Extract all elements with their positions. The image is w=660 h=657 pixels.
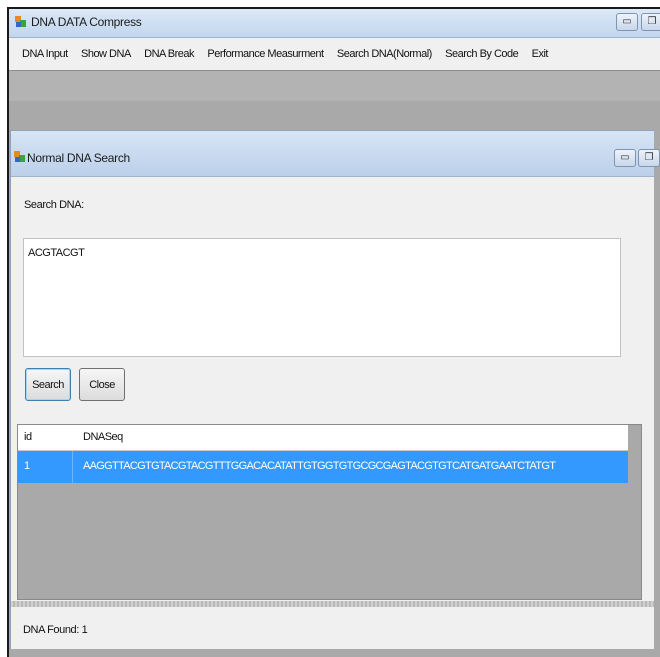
menu-item-exit[interactable]: Exit: [527, 39, 553, 69]
search-dna-input[interactable]: [23, 238, 621, 357]
mdi-strip: [9, 70, 660, 102]
status-separator: [11, 601, 654, 607]
search-button[interactable]: Search: [25, 368, 71, 401]
cell-dnaseq[interactable]: AAGGTTACGTGTACGTACGTTTGGACACATATTGTGGTGT…: [83, 460, 556, 472]
menu-item-performance-measurment[interactable]: Performance Measurment: [202, 39, 328, 69]
menu-item-search-by-code[interactable]: Search By Code: [440, 39, 523, 69]
column-header-dnaseq[interactable]: DNASeq: [83, 431, 123, 443]
close-button[interactable]: Close: [79, 368, 125, 401]
menu-item-show-dna[interactable]: Show DNA: [76, 39, 136, 69]
row-divider: [72, 451, 73, 483]
menu-bar: DNA Input Show DNA DNA Break Performance…: [9, 38, 660, 70]
child-app-icon: [14, 151, 25, 163]
child-restore-button[interactable]: ❐: [638, 149, 660, 167]
child-minimize-button[interactable]: ▭: [614, 149, 636, 167]
cell-id[interactable]: 1: [24, 460, 30, 472]
child-window-title: Normal DNA Search: [27, 151, 130, 165]
app-icon: [15, 16, 26, 28]
menu-item-dna-break[interactable]: DNA Break: [139, 39, 199, 69]
normal-dna-search-window: Normal DNA Search ▭ ❐ Search DNA: Search…: [10, 130, 660, 649]
menu-item-dna-input[interactable]: DNA Input: [17, 39, 73, 69]
menu-item-search-dna-normal[interactable]: Search DNA(Normal): [332, 39, 437, 69]
minimize-button[interactable]: ▭: [616, 13, 638, 31]
restore-button[interactable]: ❐: [641, 13, 660, 31]
results-grid[interactable]: id DNASeq 1 AAGGTTACGTGTACGTACGTTTGGACAC…: [17, 424, 642, 600]
main-titlebar[interactable]: DNA DATA Compress ▭ ❐: [9, 9, 660, 38]
status-dna-found: DNA Found: 1: [23, 624, 88, 636]
table-row[interactable]: 1 AAGGTTACGTGTACGTACGTTTGGACACATATTGTGGT…: [18, 451, 628, 483]
grid-header: id DNASeq: [18, 425, 628, 451]
search-dna-label: Search DNA:: [24, 199, 84, 211]
column-header-id[interactable]: id: [24, 431, 32, 443]
child-titlebar[interactable]: Normal DNA Search ▭ ❐: [11, 131, 660, 177]
window-title: DNA DATA Compress: [31, 15, 142, 29]
